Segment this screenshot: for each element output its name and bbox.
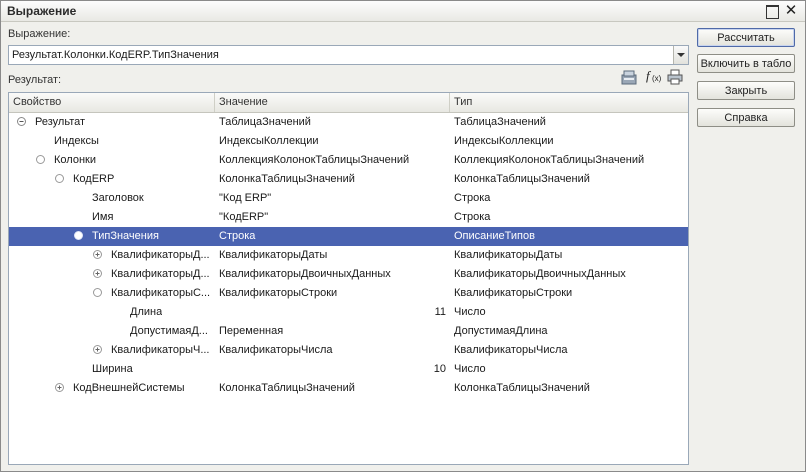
expand-icon[interactable] [55, 383, 64, 392]
cell-type: ИндексыКоллекции [454, 135, 554, 147]
table-row[interactable]: КодВнешнейСистемы КолонкаТаблицыЗначений… [9, 379, 688, 398]
column-header-property[interactable]: Свойство [9, 93, 215, 112]
cell-property: КодERP [73, 173, 115, 185]
table-row[interactable]: КвалификаторыД... КвалификаторыДаты Квал… [9, 246, 688, 265]
dropdown-arrow-icon[interactable] [673, 46, 688, 64]
cell-property: Заголовок [92, 192, 144, 204]
table-row[interactable]: КвалификаторыС... КвалификаторыСтроки Кв… [9, 284, 688, 303]
cell-property: КвалификаторыС... [111, 287, 211, 299]
result-tree-table[interactable]: Свойство Значение Тип Результат ТаблицаЗ… [8, 92, 689, 465]
cell-type: ОписаниеТипов [454, 230, 535, 242]
cell-value: 11 [434, 306, 446, 318]
database-icon[interactable] [621, 69, 637, 85]
cell-value: КвалификаторыСтроки [219, 287, 338, 299]
table-header: Свойство Значение Тип [9, 93, 688, 113]
expression-dialog: Выражение ✕ Выражение: Результат.Колонки… [0, 0, 806, 472]
cell-value: ТаблицаЗначений [219, 116, 311, 128]
cell-type: КвалификаторыДаты [454, 249, 563, 261]
calculate-button[interactable]: Рассчитать [697, 28, 795, 47]
table-row[interactable]: КвалификаторыД... КвалификаторыДвоичныхД… [9, 265, 688, 284]
expression-label: Выражение: [8, 28, 71, 40]
cell-property: ТипЗначения [92, 230, 159, 242]
cell-type: ТаблицаЗначений [454, 116, 546, 128]
add-to-table-button[interactable]: Включить в табло [697, 54, 795, 73]
cell-property: Результат [35, 116, 86, 128]
cell-type: КолонкаТаблицыЗначений [454, 382, 590, 394]
cell-property: КвалификаторыД... [111, 268, 210, 280]
expression-field[interactable]: Результат.Колонки.КодERP.ТипЗначения [8, 45, 689, 65]
cell-value: КвалификаторыЧисла [219, 344, 333, 356]
cell-property: КвалификаторыЧ... [111, 344, 210, 356]
table-row[interactable]: Результат ТаблицаЗначений ТаблицаЗначени… [9, 113, 688, 132]
expand-icon[interactable] [93, 345, 102, 354]
cell-type: КолонкаТаблицыЗначений [454, 173, 590, 185]
table-row[interactable]: Заголовок "Код ERP" Строка [9, 189, 688, 208]
cell-value: "Код ERP" [219, 192, 272, 204]
table-row[interactable]: ДопустимаяД... Переменная ДопустимаяДлин… [9, 322, 688, 341]
function-fx-icon[interactable]: f (x) [645, 68, 662, 84]
table-row[interactable]: КодERP КолонкаТаблицыЗначений КолонкаТаб… [9, 170, 688, 189]
collapse-icon[interactable] [93, 288, 102, 297]
cell-type: Число [454, 363, 486, 375]
expression-value: Результат.Колонки.КодERP.ТипЗначения [12, 49, 219, 61]
cell-value: КолонкаТаблицыЗначений [219, 173, 355, 185]
cell-value: Строка [219, 230, 256, 242]
table-row-selected[interactable]: ТипЗначения Строка ОписаниеТипов [9, 227, 688, 246]
table-row[interactable]: Индексы ИндексыКоллекции ИндексыКоллекци… [9, 132, 688, 151]
cell-type: КвалификаторыДвоичныхДанных [454, 268, 626, 280]
result-label: Результат: [8, 74, 62, 86]
cell-type: КвалификаторыЧисла [454, 344, 568, 356]
table-row[interactable]: КвалификаторыЧ... КвалификаторыЧисла Ква… [9, 341, 688, 360]
cell-value: 10 [433, 363, 446, 375]
cell-property: Ширина [92, 363, 133, 375]
close-icon[interactable]: ✕ [784, 3, 798, 18]
cell-value: КолонкаТаблицыЗначений [219, 382, 355, 394]
column-header-value[interactable]: Значение [215, 93, 450, 112]
cell-type: Строка [454, 211, 491, 223]
column-header-type[interactable]: Тип [450, 93, 688, 112]
close-button[interactable]: Закрыть [697, 81, 795, 100]
collapse-icon[interactable] [17, 117, 26, 126]
cell-value: КвалификаторыДаты [219, 249, 328, 261]
help-button[interactable]: Справка [697, 108, 795, 127]
cell-property: Индексы [54, 135, 99, 147]
expand-icon[interactable] [93, 250, 102, 259]
cell-property: КвалификаторыД... [111, 249, 210, 261]
svg-text:(x): (x) [652, 74, 662, 83]
cell-property: ДопустимаяД... [130, 325, 208, 337]
collapse-icon[interactable] [55, 174, 64, 183]
table-row[interactable]: Имя "КодERP" Строка [9, 208, 688, 227]
title-bar: Выражение ✕ [1, 1, 805, 22]
window-title: Выражение [7, 4, 77, 18]
table-row[interactable]: Ширина 10 Число [9, 360, 688, 379]
cell-property: КодВнешнейСистемы [73, 382, 185, 394]
cell-type: КвалификаторыСтроки [454, 287, 573, 299]
cell-type: Строка [454, 192, 491, 204]
cell-value: КоллекцияКолонокТаблицыЗначений [219, 154, 410, 166]
cell-property: Имя [92, 211, 114, 223]
expand-icon[interactable] [93, 269, 102, 278]
table-row[interactable]: Колонки КоллекцияКолонокТаблицыЗначений … [9, 151, 688, 170]
collapse-icon[interactable] [36, 155, 45, 164]
cell-type: КоллекцияКолонокТаблицыЗначений [454, 154, 645, 166]
cell-property: Длина [130, 306, 163, 318]
cell-value: КвалификаторыДвоичныхДанных [219, 268, 391, 280]
maximize-icon[interactable] [766, 5, 779, 19]
cell-value: ИндексыКоллекции [219, 135, 319, 147]
cell-value: Переменная [219, 325, 284, 337]
cell-property: Колонки [54, 154, 96, 166]
table-row[interactable]: Длина 11 Число [9, 303, 688, 322]
cell-value: "КодERP" [219, 211, 269, 223]
cell-type: Число [454, 306, 486, 318]
print-icon[interactable] [667, 69, 683, 85]
collapse-icon[interactable] [74, 231, 83, 240]
cell-type: ДопустимаяДлина [454, 325, 548, 337]
